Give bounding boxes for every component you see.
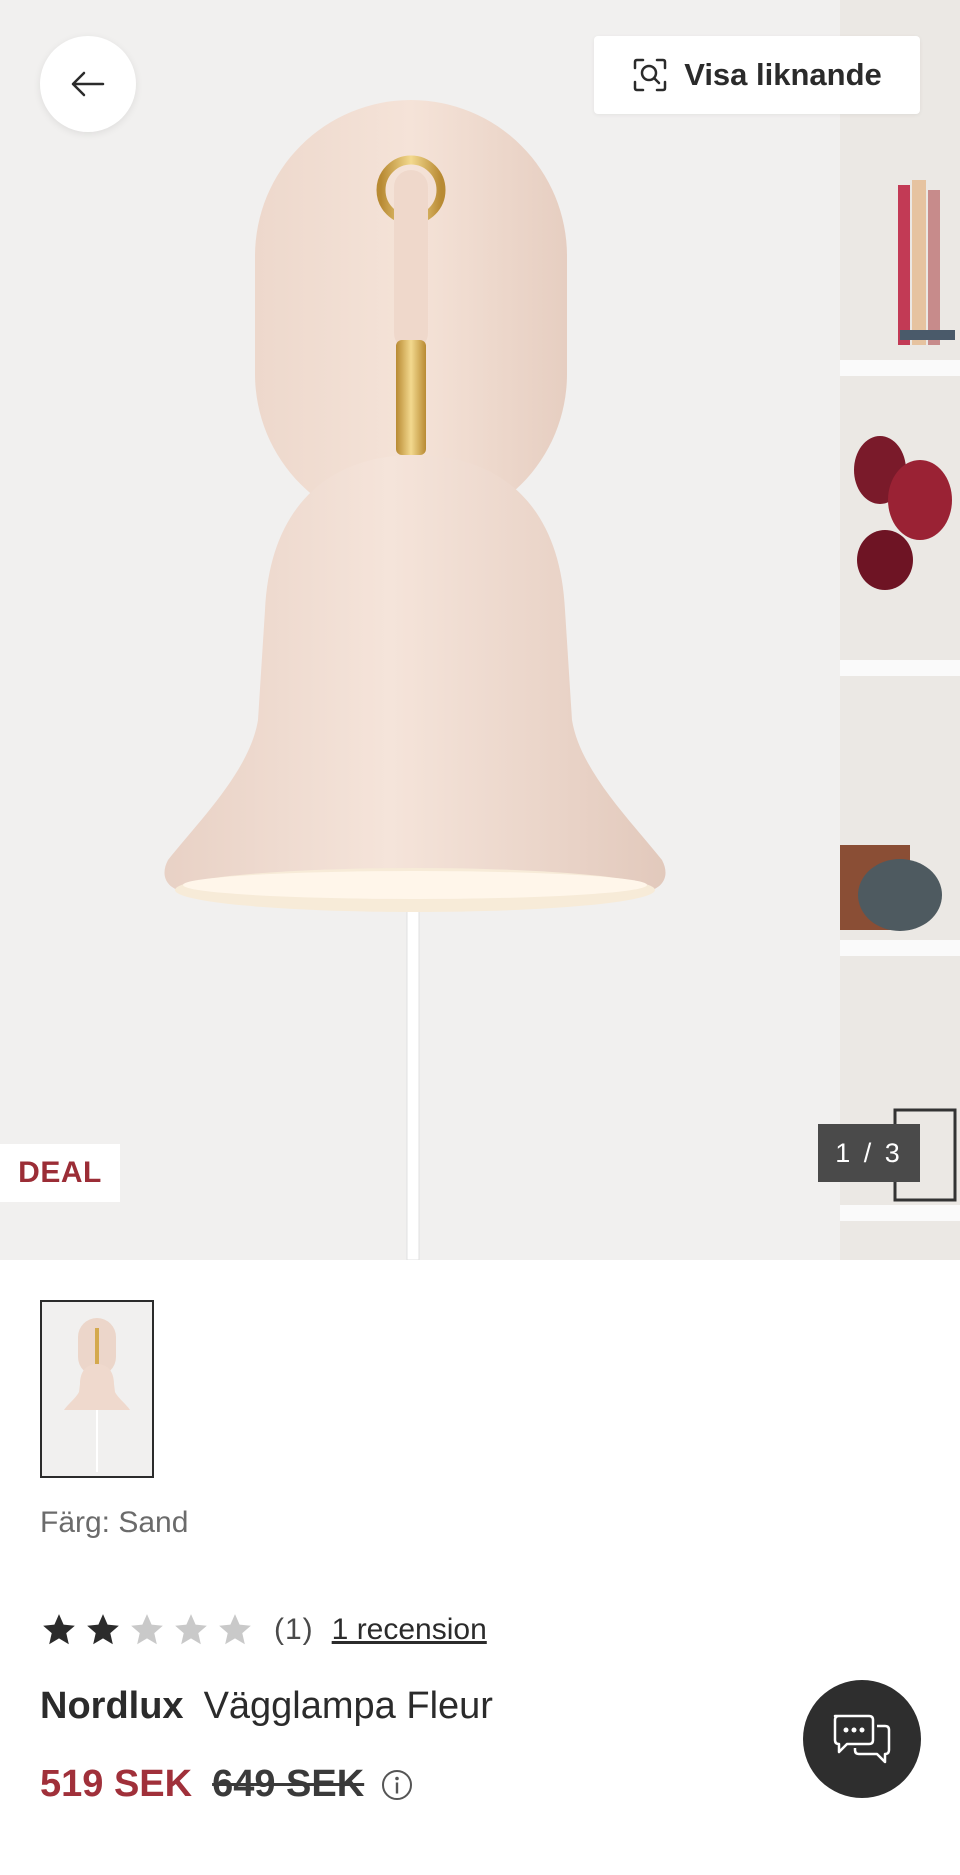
review-count: (1)	[274, 1613, 314, 1646]
image-counter: 1 / 3	[818, 1124, 920, 1182]
price-row: 519 SEK 649 SEK	[40, 1763, 414, 1806]
visual-search-icon	[633, 58, 667, 92]
chat-icon	[833, 1714, 891, 1764]
info-icon[interactable]	[380, 1768, 414, 1802]
product-image[interactable]	[0, 0, 840, 1260]
deal-badge: DEAL	[0, 1144, 120, 1202]
chat-button[interactable]	[803, 1680, 921, 1798]
star-icon-filled	[43, 1614, 75, 1645]
star-icon-empty	[131, 1614, 163, 1645]
back-arrow-icon	[71, 71, 105, 97]
product-name: Vägglampa Fleur	[203, 1685, 493, 1727]
show-similar-button[interactable]: Visa liknande	[594, 36, 920, 114]
shelf-scene	[840, 0, 960, 1260]
brand-name[interactable]: Nordlux	[40, 1685, 184, 1727]
color-label: Färg: Sand	[40, 1506, 189, 1539]
rating-row: (1) 1 recension	[40, 1608, 487, 1652]
thumbnail-image[interactable]	[40, 1300, 154, 1478]
lamp-illustration	[164, 100, 666, 1260]
star-icon-filled	[87, 1614, 119, 1645]
star-icon-empty	[219, 1614, 251, 1645]
original-price: 649 SEK	[212, 1763, 365, 1805]
current-price: 519 SEK	[40, 1763, 193, 1805]
deal-badge-label: DEAL	[18, 1156, 102, 1189]
star-icon-empty	[175, 1614, 207, 1645]
back-button[interactable]	[40, 36, 136, 132]
next-image-peek[interactable]	[840, 0, 960, 1260]
product-title: Nordlux Vägglampa Fleur	[40, 1685, 493, 1728]
product-image-carousel[interactable]: Visa liknande DEAL 1 / 3	[0, 0, 960, 1260]
reviews-link[interactable]: 1 recension	[332, 1613, 487, 1647]
star-rating	[40, 1611, 254, 1649]
thumbnail-lamp	[42, 1302, 152, 1476]
show-similar-label: Visa liknande	[684, 57, 882, 92]
